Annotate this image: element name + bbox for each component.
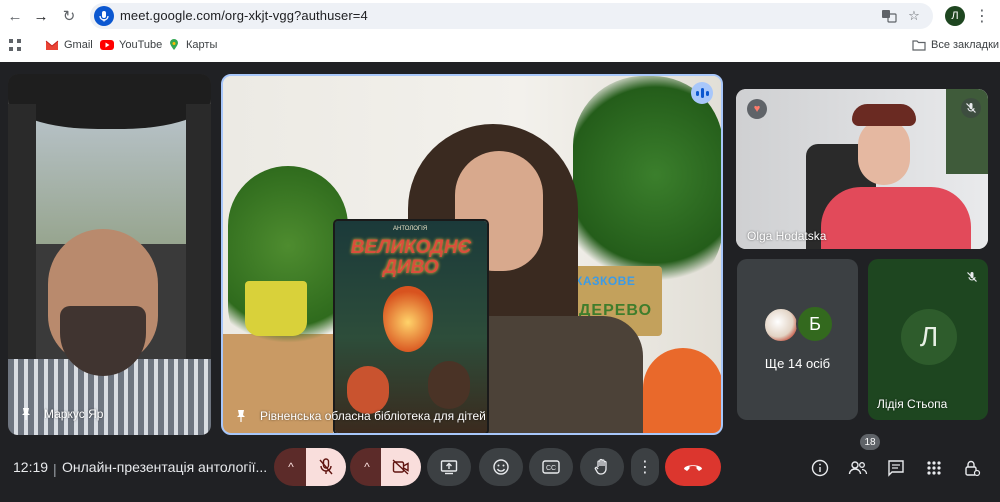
book-kid-illustration (428, 361, 470, 409)
present-screen-icon (440, 460, 458, 475)
bookmark-label: YouTube (119, 39, 163, 51)
speaking-indicator-icon (691, 82, 713, 104)
chat-icon[interactable] (884, 456, 908, 480)
controls-bar: 12:19 | Онлайн-презентація антології... … (0, 434, 1000, 498)
book-subtitle: АНТОЛОГІЯ (393, 226, 428, 232)
chevron-up-icon: ^ (288, 460, 294, 474)
apps-grid-icon[interactable] (9, 37, 21, 53)
maps-pin-icon (170, 39, 178, 50)
avatar: Л (901, 309, 957, 365)
camera-off-icon (392, 459, 409, 475)
avatar (763, 307, 799, 343)
address-bar[interactable]: meet.google.com/org-xkjt-vgg?authuser=4 … (90, 3, 933, 29)
person-body (821, 187, 971, 249)
person-hair (852, 104, 916, 126)
people-icon[interactable] (846, 456, 870, 480)
pin-icon[interactable] (20, 407, 32, 421)
bookmark-youtube[interactable]: YouTube (100, 37, 162, 53)
separator: | (53, 461, 57, 477)
more-options-button[interactable]: ⋮ (631, 448, 659, 486)
hand-icon (594, 458, 607, 475)
participant-name: Рівненська обласна бібліотека для дітей (260, 409, 486, 423)
profile-avatar[interactable]: Л (945, 6, 965, 26)
book-title: ВЕЛИКОДНЄ ДИВО (350, 237, 472, 278)
captions-button[interactable]: CC (529, 448, 573, 486)
avatar: Б (796, 305, 834, 343)
camera-toggle-button[interactable] (381, 448, 421, 486)
folder-icon (912, 40, 926, 51)
end-call-icon (684, 465, 702, 471)
present-screen-button[interactable] (427, 448, 471, 486)
participant-tile-main-speaker[interactable]: КАЗКОВЕ ДЕРЕВО АНТОЛОГІЯ ВЕЛИКОДНЄ ДИВО … (221, 74, 723, 435)
browser-toolbar: ← → ↻ meet.google.com/org-xkjt-vgg?authu… (0, 0, 1000, 32)
more-vertical-icon: ⋮ (637, 459, 653, 476)
activities-grid-icon[interactable] (922, 456, 946, 480)
bookmark-label: Карты (186, 39, 218, 51)
participant-name: Лідія Стьопа (877, 397, 948, 411)
url-text[interactable]: meet.google.com/org-xkjt-vgg?authuser=4 (120, 8, 368, 23)
participant-tile-olga[interactable]: ♥ Olga Hodatska (736, 89, 988, 249)
bookmark-maps[interactable]: Карты (167, 37, 217, 53)
others-tile[interactable]: Б Ще 14 осіб (737, 259, 858, 420)
youtube-icon (100, 40, 114, 50)
participant-tile-markus[interactable]: Маркус Яр (8, 74, 211, 435)
participants-count-badge: 18 (860, 434, 880, 450)
mic-toggle-button[interactable] (306, 448, 346, 486)
leave-call-button[interactable] (665, 448, 721, 486)
bookmarks-bar: Gmail YouTube Карты Все закладки (0, 32, 1000, 58)
meet-stage: Маркус Яр КАЗКОВЕ ДЕРЕВО АНТОЛОГІЯ ВЕЛИК… (0, 62, 1000, 502)
reload-icon[interactable]: ↻ (58, 5, 80, 27)
reactions-button[interactable] (479, 448, 523, 486)
captions-icon: CC (542, 460, 560, 474)
plant-left (228, 166, 348, 366)
participant-name: Olga Hodatska (747, 229, 827, 243)
person-face (858, 119, 910, 185)
all-bookmarks-label: Все закладки (931, 39, 1000, 51)
orange-chair (643, 348, 721, 433)
bookmark-label: Gmail (64, 39, 93, 51)
site-info-icon[interactable] (94, 6, 114, 26)
translate-icon[interactable] (880, 7, 898, 25)
host-controls-lock-icon[interactable] (960, 456, 984, 480)
forward-arrow-icon[interactable]: → (30, 5, 52, 27)
mic-off-icon (962, 267, 982, 287)
flower-pot (245, 281, 307, 336)
participant-tile-lidiia[interactable]: Л Лідія Стьопа (868, 259, 988, 420)
meeting-info-icon[interactable] (808, 456, 832, 480)
raise-hand-button[interactable] (580, 448, 624, 486)
gmail-icon (45, 40, 59, 50)
svg-text:CC: CC (546, 465, 556, 472)
audio-options-button[interactable]: ^ (274, 448, 308, 486)
pin-icon[interactable] (235, 409, 247, 423)
browser-menu-icon[interactable]: ⋮ (974, 6, 990, 26)
all-bookmarks[interactable]: Все закладки (912, 37, 999, 53)
bookmark-star-icon[interactable]: ☆ (905, 7, 923, 25)
chevron-up-icon: ^ (364, 460, 370, 474)
video-background (8, 114, 211, 244)
book-kid-illustration (347, 366, 389, 414)
back-arrow-icon[interactable]: ← (4, 5, 26, 27)
emoji-icon (493, 459, 509, 475)
browser-chrome: ← → ↻ meet.google.com/org-xkjt-vgg?authu… (0, 0, 1000, 62)
more-participants-label: Ще 14 осіб (764, 356, 831, 371)
plant-right (573, 76, 721, 296)
mic-off-icon (319, 458, 333, 475)
video-options-button[interactable]: ^ (350, 448, 384, 486)
car-roof (8, 74, 211, 129)
heart-reaction-icon: ♥ (747, 99, 767, 119)
meeting-title: Онлайн-презентація антології... (62, 459, 268, 475)
clock: 12:19 (13, 459, 49, 475)
bookmark-gmail[interactable]: Gmail (45, 37, 93, 53)
sign-text-line1: КАЗКОВЕ (575, 274, 636, 288)
participant-name: Маркус Яр (44, 407, 104, 421)
mic-off-icon (961, 98, 981, 118)
